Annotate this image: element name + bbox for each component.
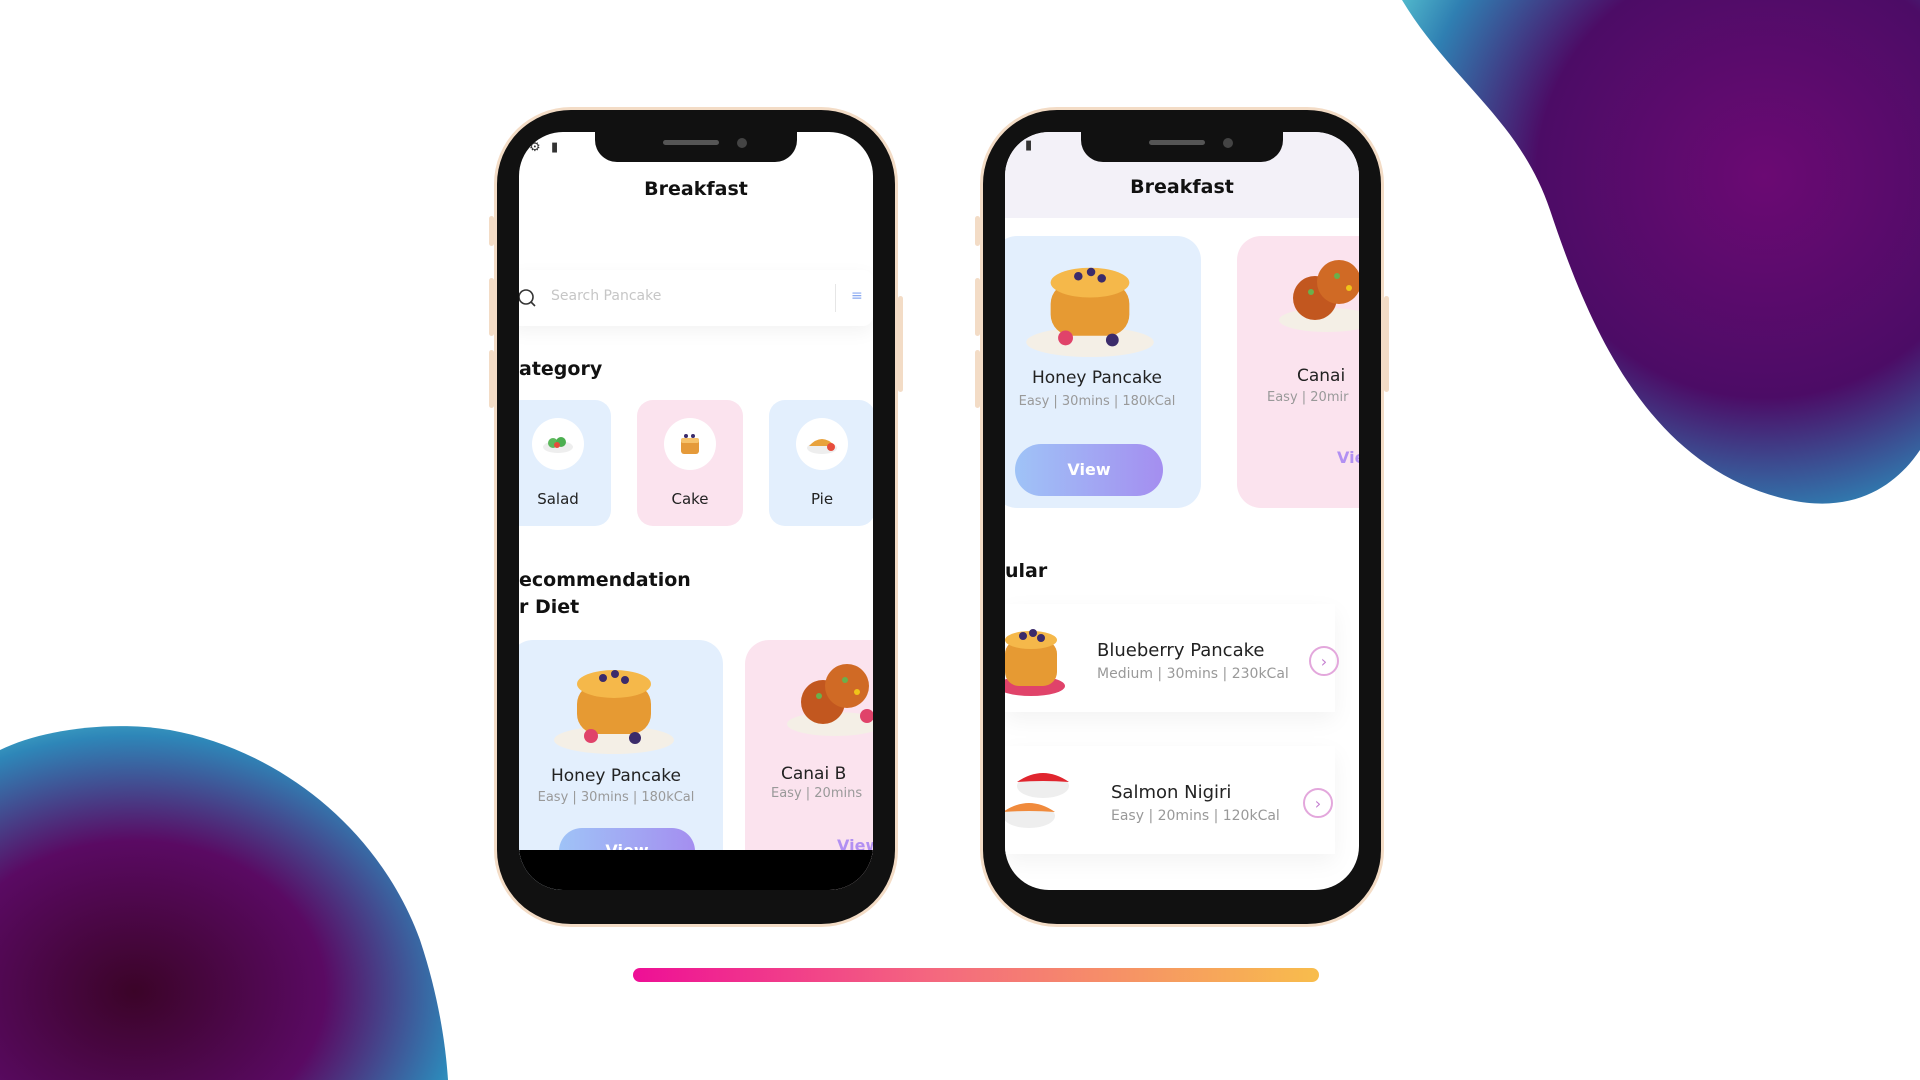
search-bar[interactable]: Search Pancake ≡ [519, 270, 873, 326]
phone-power-button [1384, 296, 1389, 392]
phone-right: ▮ Breakfast Honey Pancake Easy | 30mins … [975, 110, 1389, 924]
decorative-blob-bottom-left [0, 726, 448, 1080]
category-label: Salad [537, 490, 579, 508]
camera [1223, 138, 1233, 148]
view-button[interactable]: View [1015, 444, 1163, 496]
search-input[interactable]: Search Pancake [551, 288, 661, 304]
page-title: Breakfast [644, 178, 748, 200]
screen-left: ⚙ ▮ Breakfast Search Pancake ≡ ategory S… [519, 132, 873, 890]
popular-list-item[interactable]: Blueberry Pancake Medium | 30mins | 230k… [1005, 604, 1339, 712]
popular-list-item[interactable]: Salmon Nigiri Easy | 20mins | 120kCal › [1005, 746, 1335, 854]
sim-card-icon: ▮ [1025, 138, 1033, 153]
category-card-pie[interactable]: Pie [769, 400, 873, 526]
recommendation-card[interactable]: Honey Pancake Easy | 30mins | 180kCal Vi… [1005, 236, 1201, 508]
category-card-cake[interactable]: Cake [637, 400, 743, 526]
popular-section-title: ular [1005, 560, 1048, 582]
recommendation-section-title: ecommendation [519, 569, 691, 591]
page-title: Breakfast [1130, 176, 1234, 198]
recommendation-name: Canai B [781, 764, 847, 784]
notch [1081, 132, 1283, 162]
sim-card-icon: ▮ [551, 140, 559, 155]
accent-gradient-bar [633, 968, 1319, 982]
decorative-blob-top-right [1402, 0, 1920, 504]
blueberry-pancake-image [1005, 629, 1065, 696]
camera [737, 138, 747, 148]
chevron-right-icon[interactable]: › [1309, 646, 1339, 676]
search-icon [519, 289, 536, 307]
phone-volume-down [975, 350, 980, 408]
cake-icon [664, 418, 716, 470]
phone-side-button [975, 216, 980, 246]
canai-bread-image [1279, 260, 1359, 332]
phone-side-button [489, 216, 494, 246]
recommendation-meta: Easy | 20mir [1267, 390, 1349, 405]
canai-bread-image [787, 664, 873, 736]
recommendation-name: Honey Pancake [550, 766, 682, 786]
speaker [663, 140, 719, 145]
popular-item-name: Salmon Nigiri [1111, 782, 1232, 803]
search-divider [835, 284, 836, 312]
category-section-title: ategory [519, 358, 603, 380]
pancake-image [1026, 267, 1154, 358]
recommendation-name: Honey Pancake [1031, 368, 1163, 388]
recommendation-meta: Easy | 20mins [771, 786, 863, 801]
popular-item-meta: Medium | 30mins | 230kCal [1097, 666, 1289, 682]
phone-left: ⚙ ▮ Breakfast Search Pancake ≡ ategory S… [489, 110, 903, 924]
gear-icon: ⚙ [529, 140, 541, 155]
recommendation-name: Canai [1297, 366, 1346, 386]
filter-icon[interactable]: ≡ [851, 288, 863, 304]
category-card-salad[interactable]: Salad [519, 400, 611, 526]
salad-icon [532, 418, 584, 470]
chevron-right-icon[interactable]: › [1303, 788, 1333, 818]
phone-volume-down [489, 350, 494, 408]
recommendation-meta: Easy | 30mins | 180kCal [1018, 394, 1176, 409]
screen-right: ▮ Breakfast Honey Pancake Easy | 30mins … [1005, 132, 1359, 890]
pie-icon [796, 418, 848, 470]
phone-volume-up [489, 278, 494, 336]
recommendation-section-subtitle: r Diet [519, 596, 580, 618]
recommendation-card[interactable]: Canai Easy | 20mir Vie [1237, 236, 1359, 508]
phone-volume-up [975, 278, 980, 336]
speaker [1149, 140, 1205, 145]
pancake-image [554, 670, 674, 754]
category-label: Pie [810, 490, 834, 508]
salmon-nigiri-image [1005, 773, 1069, 828]
phone-power-button [898, 296, 903, 392]
notch [595, 132, 797, 162]
view-button[interactable]: Vie [1337, 448, 1359, 467]
popular-item-name: Blueberry Pancake [1097, 640, 1265, 661]
category-label: Cake [671, 490, 709, 508]
popular-item-meta: Easy | 20mins | 120kCal [1111, 808, 1280, 824]
home-bar-area [519, 850, 873, 890]
recommendation-meta: Easy | 30mins | 180kCal [537, 790, 695, 805]
